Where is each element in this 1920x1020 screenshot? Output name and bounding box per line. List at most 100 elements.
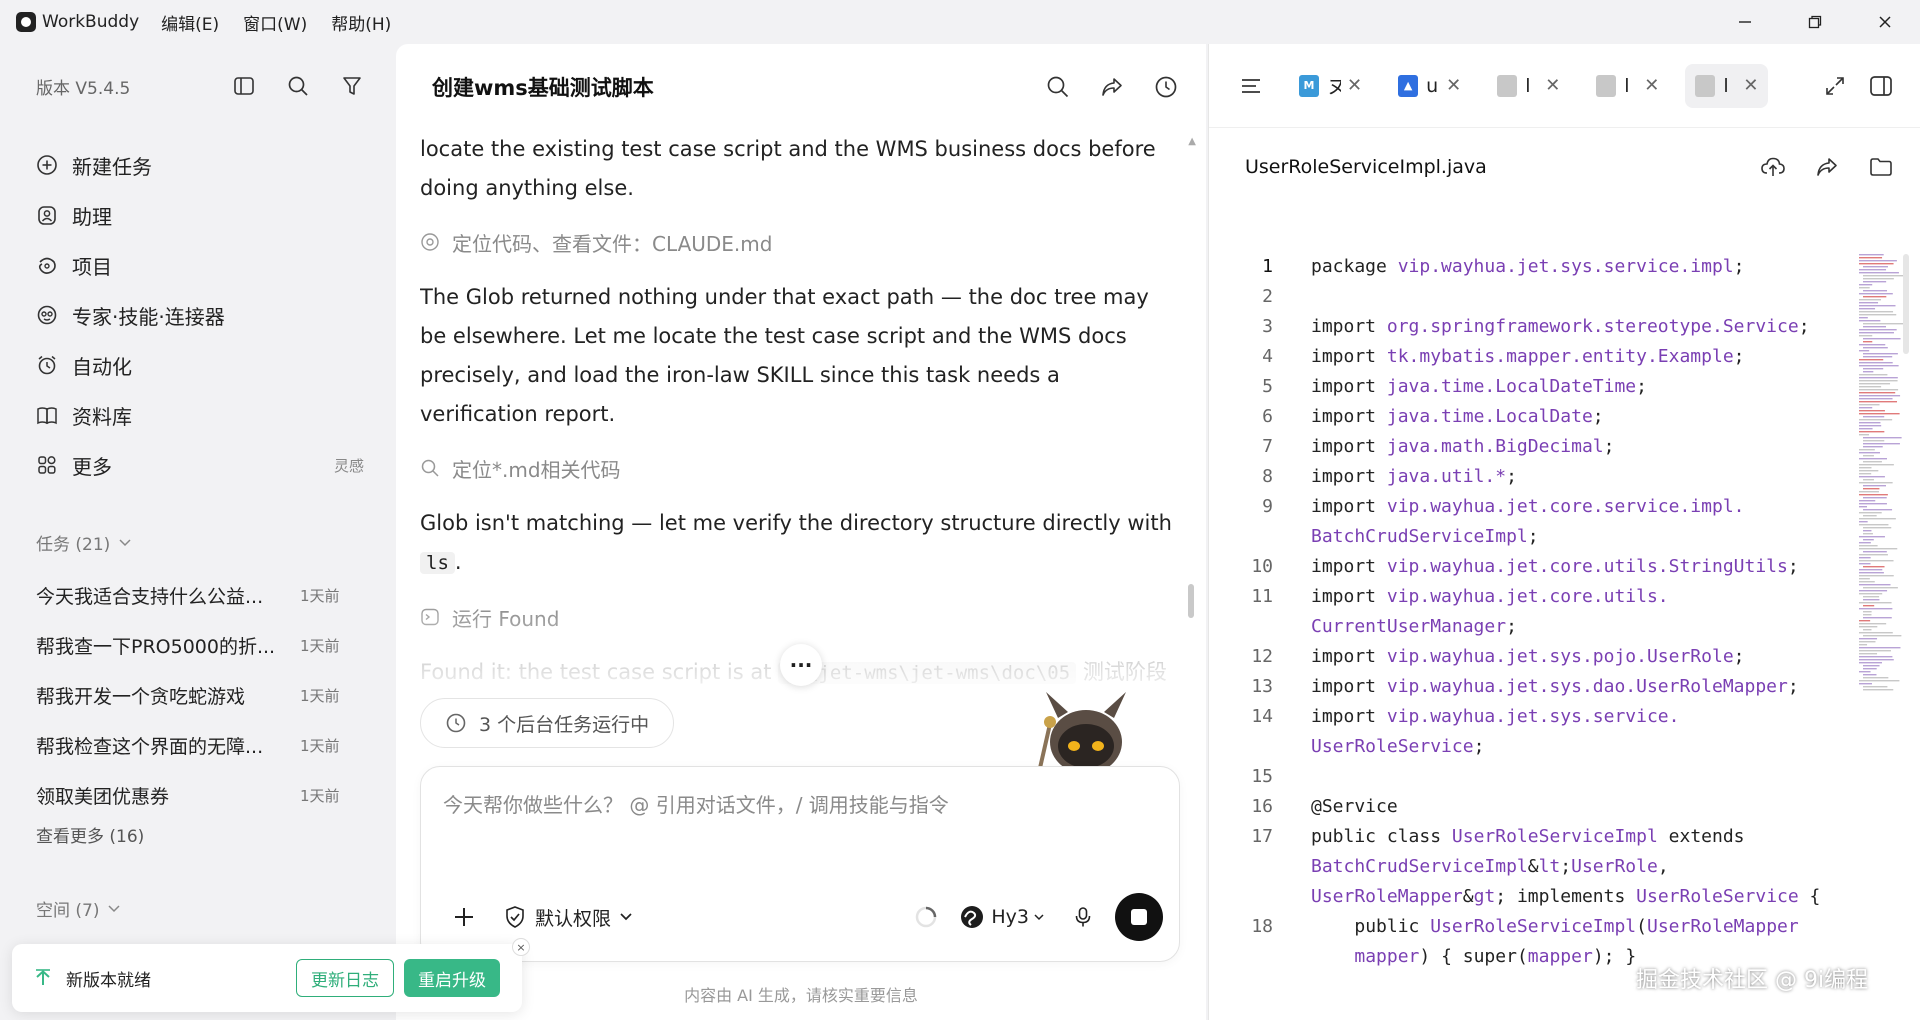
model-selector[interactable]: Hy3 [959,904,1045,930]
close-tab-icon[interactable]: ✕ [1347,75,1362,96]
tasks-header-label: 任务 (21) [36,535,111,555]
background-tasks-pill[interactable]: 3 个后台任务运行中 [420,698,675,748]
code-line: 12 import vip.wayhua.jet.sys.pojo.UserRol… [1209,642,1849,672]
chevron-down-icon [1034,914,1044,921]
arrow-up-icon [36,969,50,985]
filter-button[interactable] [338,72,366,100]
sidebar-item-assistant[interactable]: 助理 [34,190,364,240]
alarm-clock-icon [34,352,60,378]
file-name: UserRoleServiceImpl.java [1245,156,1487,178]
permission-dropdown[interactable]: 默认权限 [503,904,633,931]
project-icon [34,252,60,278]
history-button[interactable] [1152,73,1180,101]
line-number: 10 [1251,556,1273,577]
see-more-tasks-link[interactable]: 查看更多 (16) [36,822,144,847]
file-type-icon: ▲ [1398,74,1419,97]
close-tab-icon[interactable]: ✕ [1644,75,1659,96]
close-tab-icon[interactable]: ✕ [1545,75,1560,96]
close-tab-icon[interactable]: ✕ [1743,75,1758,96]
chat-search-button[interactable] [1044,73,1072,101]
chat-scrollbar[interactable] [1188,584,1194,618]
code-line: 3 import org.springframework.stereotype.S… [1209,312,1849,342]
chat-title: 创建wms基础测试脚本 [432,76,654,100]
toast-message: 新版本就绪 [66,970,151,991]
search-button[interactable] [284,72,312,100]
code-minimap[interactable] [1857,252,1909,702]
expand-icon [1826,76,1844,95]
toggle-panel-button[interactable] [1867,72,1895,100]
code-text: mapper) { super(mapper); } [1354,946,1637,967]
clock-icon [446,713,466,733]
share-button[interactable] [1098,73,1126,101]
file-tab[interactable]: l ✕ [1586,64,1669,108]
sidebar-item-label: 自动化 [72,354,132,379]
line-number [1209,852,1273,882]
sidebar-item-experts[interactable]: 专家·技能·连接器 [34,290,364,340]
tool-call-line[interactable]: 定位代码、查看文件：CLAUDE.md [420,222,1180,262]
tab-list-button[interactable] [1237,72,1265,100]
file-tab[interactable]: M ヌ ✕ [1289,64,1372,108]
permission-label: 默认权限 [535,907,612,930]
model-label: Hy3 [991,906,1029,928]
message-text: Glob isn't matching — let me verify the … [420,511,1172,535]
message-composer: 默认权限 Hy3 [420,766,1180,962]
filter-icon [343,77,361,95]
task-time: 1天前 [300,686,340,705]
code-line: CurrentUserManager; [1209,612,1849,642]
menu-edit[interactable]: 编辑(E) [161,10,219,35]
file-tab[interactable]: ▲ u ✕ [1388,64,1471,108]
sidebar-item-new-task[interactable]: 新建任务 [34,140,364,190]
tool-call-line[interactable]: 定位*.md相关代码 [420,448,1180,488]
close-tab-icon[interactable]: ✕ [1446,75,1461,96]
scroll-up-arrow-icon[interactable]: ▲ [1188,136,1196,147]
restore-button[interactable] [1780,0,1850,44]
open-folder-button[interactable] [1867,153,1895,181]
code-text: import vip.wayhua.jet.core.utils.StringU… [1311,556,1799,577]
minimize-button[interactable] [1710,0,1780,44]
code-text: import vip.wayhua.jet.sys.service. [1311,706,1680,727]
voice-input-button[interactable] [1069,903,1097,931]
upload-button[interactable] [1759,153,1787,181]
cloud-upload-icon [1761,157,1785,176]
code-editor[interactable]: 1 package vip.wayhua.jet.sys.service.impl… [1209,252,1849,1012]
version-label: 版本 V5.4.5 [36,78,131,99]
terminal-icon [420,607,440,627]
minimap-scrollbar[interactable] [1903,254,1909,354]
file-tab[interactable]: l ✕ [1685,63,1769,108]
toast-close-button[interactable]: × [512,938,530,956]
menu-help[interactable]: 帮助(H) [331,10,391,35]
sidebar-item-library[interactable]: 资料库 [34,390,364,440]
task-item[interactable]: 帮我查一下PRO5000的折... 1天前 [36,620,356,670]
task-time: 1天前 [300,736,340,755]
expand-button[interactable] [1821,72,1849,100]
line-number: 4 [1262,346,1273,367]
message-input[interactable] [443,793,1143,817]
tasks-section-header[interactable]: 任务 (21) [36,530,132,555]
inspiration-link[interactable]: 灵感 [334,455,364,476]
code-text: package vip.wayhua.jet.sys.service.impl; [1311,256,1745,277]
code-line: 13 import vip.wayhua.jet.sys.dao.UserRole… [1209,672,1849,702]
sidebar-item-project[interactable]: 项目 [34,240,364,290]
attach-button[interactable] [449,902,479,932]
changelog-button[interactable]: 更新日志 [296,959,394,997]
restart-upgrade-button[interactable]: 重启升级 [404,959,500,997]
chevron-down-icon [108,904,121,912]
sidebar-item-more[interactable]: 更多 灵感 [34,440,364,490]
spaces-section-header[interactable]: 空间 (7) [36,896,121,921]
task-item[interactable]: 帮我检查这个界面的无障... 1天前 [36,720,356,770]
file-type-icon [1497,74,1518,97]
tool-call-line[interactable]: 运行 Found [420,597,1180,637]
code-line: 1 package vip.wayhua.jet.sys.service.impl… [1209,252,1849,282]
task-item[interactable]: 帮我开发一个贪吃蛇游戏 1天前 [36,670,356,720]
file-tab[interactable]: l ✕ [1487,64,1570,108]
close-window-button[interactable] [1850,0,1920,44]
share-file-button[interactable] [1813,153,1841,181]
more-options-button[interactable]: ··· [780,644,822,686]
task-item[interactable]: 今天我适合支持什么公益... 1天前 [36,570,356,620]
menu-window[interactable]: 窗口(W) [243,10,307,35]
file-type-icon: M [1299,74,1319,97]
stop-generation-button[interactable] [1115,893,1163,941]
task-item[interactable]: 领取美团优惠券 1天前 [36,770,356,820]
toggle-sidebar-button[interactable] [230,72,258,100]
sidebar-item-automation[interactable]: 自动化 [34,340,364,390]
